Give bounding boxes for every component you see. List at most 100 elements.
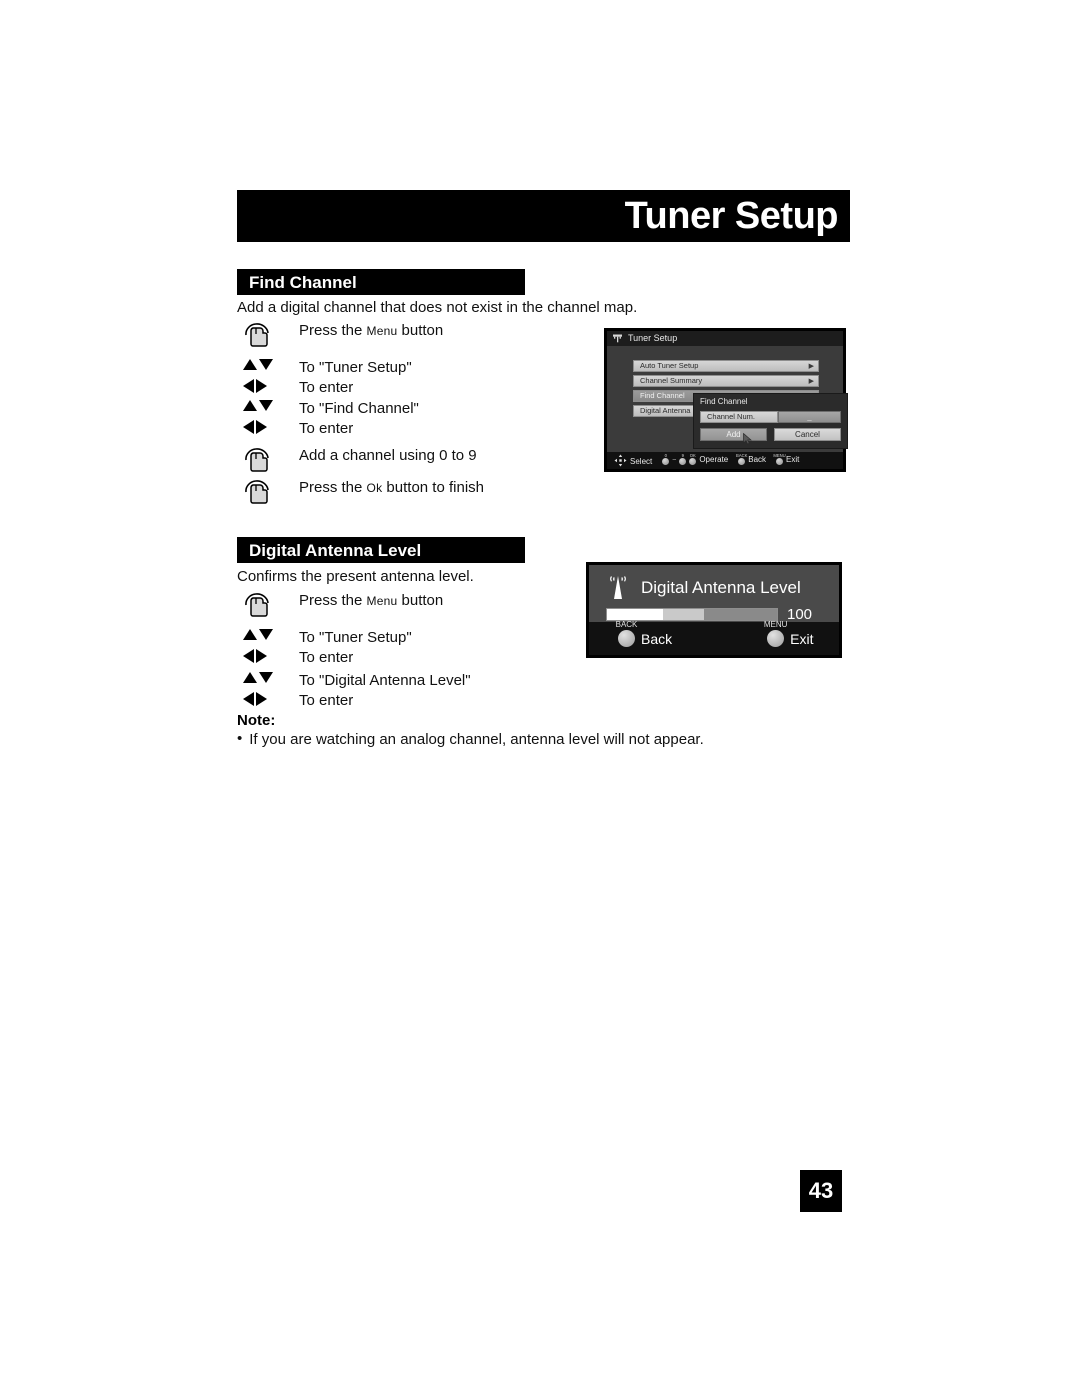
button-dot-ok-cap: OK [689, 452, 696, 458]
dialog-buttons: Add Cancel [700, 428, 841, 445]
antenna-level-segment-low [703, 609, 777, 620]
dal-header: Digital Antenna Level [589, 565, 839, 600]
antenna-signal-icon [610, 576, 626, 599]
add-button-label: Add [726, 429, 741, 439]
mouse-cursor-icon [743, 433, 752, 445]
tv-bottom-bar: Select 0 ~ 9 OK Operate BACK Back MENU E… [607, 452, 843, 469]
step-to-tuner-setup: To "Tuner Setup" [237, 359, 577, 376]
tv-bottom-back-label: Back [748, 455, 767, 464]
step-press-menu: Press the Menu button [237, 592, 577, 619]
cancel-button-label: Cancel [795, 429, 820, 439]
button-dot-9-cap: 9 [681, 452, 684, 458]
dialog-title: Find Channel [700, 397, 748, 406]
button-dot-menu-cap: MENU [773, 452, 786, 458]
step-to-digital-antenna-level: To "Digital Antenna Level" [237, 671, 577, 689]
tv-bottom-operate-label: Operate [699, 455, 729, 464]
step-press-menu: Press the Menu button [237, 322, 577, 349]
hand-press-icon-svg [245, 323, 269, 347]
button-dot-0[interactable]: 0 [662, 453, 670, 465]
tv-bottom-select-label: Select [630, 457, 653, 466]
step-label: To enter [299, 379, 354, 397]
channel-num-row: Channel Num. _ [700, 411, 841, 423]
chevron-right-icon: ▶ [808, 362, 814, 370]
tv-titlebar: Tuner Setup [607, 331, 843, 346]
dal-screen: Digital Antenna Level 100 BACK Back MENU… [589, 565, 839, 655]
cancel-button[interactable]: Cancel [774, 428, 841, 441]
dal-bottom-bar: BACK Back MENU Exit [589, 621, 839, 655]
up-down-arrows-icon [237, 359, 299, 370]
button-dot-0-cap: 0 [664, 452, 667, 458]
button-dot-back-cap: BACK [736, 452, 748, 458]
find-channel-intro: Add a digital channel that does not exis… [237, 299, 638, 316]
step-to-tuner-setup: To "Tuner Setup" [237, 629, 577, 646]
step-label: To enter [299, 419, 354, 437]
tv-bottom-operate[interactable]: 0 ~ 9 OK Operate [662, 453, 729, 465]
dal-back-dot[interactable]: BACK [616, 621, 637, 647]
find-channel-dialog: Find Channel Channel Num. _ Add Cancel [693, 393, 848, 449]
note-bullet: • [237, 730, 243, 747]
dal-exit-button[interactable]: MENU Exit [764, 621, 813, 647]
tv-screen: Tuner Setup Auto Tuner Setup ▶ Channel S… [607, 331, 848, 469]
hand-press-icon [237, 592, 299, 619]
step-label: To enter [299, 691, 354, 709]
dal-back-label: Back [641, 630, 673, 647]
hand-press-icon-svg [245, 480, 269, 504]
channel-num-label: Channel Num. [700, 411, 778, 423]
digital-antenna-level-steps: Press the Menu button To "Tuner Setup" T… [237, 592, 577, 709]
dal-back-button[interactable]: BACK Back [616, 621, 673, 647]
button-dot-9[interactable]: 9 [679, 453, 687, 465]
tv-title-label: Tuner Setup [628, 333, 678, 343]
note-title: Note: [237, 712, 276, 729]
tv-bottom-exit[interactable]: MENU Exit [773, 453, 800, 465]
find-channel-steps: Press the Menu button To "Tuner Setup" T… [237, 322, 577, 506]
antenna-level-segment-high [607, 609, 664, 620]
dal-level-row: 100 [589, 600, 839, 622]
tv-menu-item-label: Channel Summary [640, 376, 703, 386]
step-to-find-channel: To "Find Channel" [237, 399, 577, 417]
antenna-level-value: 100 [787, 606, 813, 623]
button-dot-menu[interactable]: MENU [773, 453, 786, 465]
up-down-arrows-icon [237, 629, 299, 640]
dash-separator: ~ [672, 457, 677, 464]
tv-mockup-find-channel: Tuner Setup Auto Tuner Setup ▶ Channel S… [604, 328, 848, 472]
hand-press-icon-svg [245, 593, 269, 617]
step-press-ok: Press the Ok button to finish [237, 479, 577, 506]
step-to-enter-2: To enter [237, 691, 577, 709]
tv-menu-item-auto-tuner-setup[interactable]: Auto Tuner Setup ▶ [633, 360, 819, 372]
chevron-right-icon: ▶ [808, 377, 814, 385]
dal-title-label: Digital Antenna Level [641, 577, 801, 597]
page-header-bar: Tuner Setup [237, 190, 850, 242]
tv-menu-item-label: Find Channel [640, 391, 685, 401]
section-heading-digital-antenna-level: Digital Antenna Level [237, 537, 525, 563]
note-block: Note: • If you are watching an analog ch… [237, 712, 797, 748]
left-right-arrows-icon [237, 691, 299, 706]
tv-bottom-select[interactable]: Select [614, 454, 652, 467]
tv-bottom-exit-label: Exit [786, 455, 800, 464]
step-add-channel: Add a channel using 0 to 9 [237, 447, 577, 474]
add-button[interactable]: Add [700, 428, 767, 445]
section-heading-label: Find Channel [249, 272, 357, 292]
step-to-enter-1: To enter [237, 379, 577, 396]
dal-exit-cap: MENU [763, 620, 788, 629]
note-item-text: If you are watching an analog channel, a… [249, 731, 704, 748]
hand-press-icon [237, 322, 299, 349]
tv-bottom-back[interactable]: BACK Back [736, 453, 767, 465]
left-right-arrows-icon [237, 379, 299, 394]
button-dot-back[interactable]: BACK [736, 453, 747, 465]
section-heading-label: Digital Antenna Level [249, 540, 422, 560]
up-down-arrows-icon [237, 671, 299, 683]
button-dot-ok[interactable]: OK [689, 453, 697, 465]
tv-menu-item-channel-summary[interactable]: Channel Summary ▶ [633, 375, 819, 387]
section-heading-find-channel: Find Channel [237, 269, 525, 295]
channel-num-input[interactable]: _ [778, 411, 841, 423]
page-title: Tuner Setup [624, 195, 839, 237]
step-to-enter-2: To enter [237, 419, 577, 437]
step-label: To "Tuner Setup" [299, 359, 412, 376]
dal-back-cap: BACK [615, 620, 638, 629]
up-down-arrows-icon [237, 399, 299, 411]
dal-exit-dot[interactable]: MENU [764, 621, 787, 647]
step-label: Press the Menu button [299, 322, 444, 339]
left-right-arrows-icon [237, 419, 299, 434]
